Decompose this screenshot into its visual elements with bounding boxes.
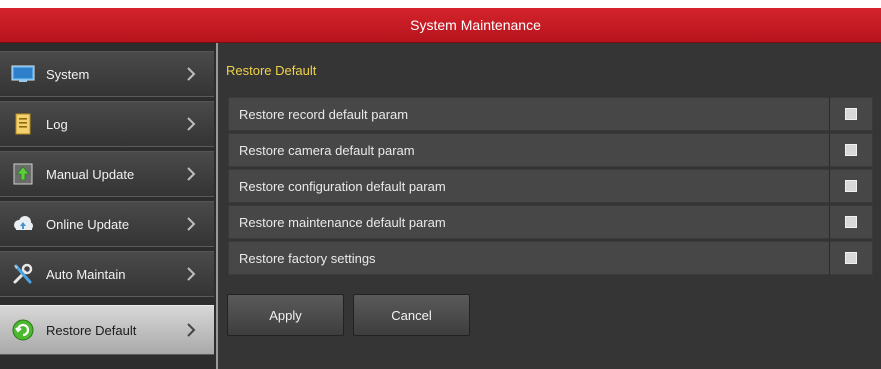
notepad-icon [10, 111, 36, 137]
checkbox-cell [830, 169, 872, 203]
option-row-record: Restore record default param [228, 97, 873, 131]
chevron-right-icon [184, 265, 198, 283]
main-panel: Restore Default Restore record default p… [218, 43, 881, 369]
chevron-right-icon [184, 321, 198, 339]
option-row-configuration: Restore configuration default param [228, 169, 873, 203]
cancel-button[interactable]: Cancel [353, 294, 470, 336]
window-title: System Maintenance [410, 17, 541, 33]
checkbox-restore-record[interactable] [845, 108, 857, 120]
tools-icon [10, 261, 36, 287]
option-row-factory: Restore factory settings [228, 241, 873, 275]
chevron-right-icon [184, 215, 198, 233]
chevron-right-icon [184, 115, 198, 133]
option-label: Restore camera default param [239, 142, 415, 158]
option-label: Restore maintenance default param [239, 214, 446, 230]
option-label: Restore record default param [239, 106, 409, 122]
apply-button[interactable]: Apply [227, 294, 344, 336]
section-title: Restore Default [226, 63, 317, 78]
chevron-right-icon [184, 65, 198, 83]
option-row-maintenance: Restore maintenance default param [228, 205, 873, 239]
checkbox-cell [830, 241, 872, 275]
sidebar-item-label: Restore Default [46, 322, 137, 338]
sidebar: System Log Manual Update Online Update A… [0, 43, 218, 369]
sidebar-item-label: Manual Update [46, 166, 135, 182]
chevron-right-icon [184, 165, 198, 183]
option-row-camera: Restore camera default param [228, 133, 873, 167]
option-label: Restore configuration default param [239, 178, 446, 194]
restore-icon [10, 317, 36, 343]
checkbox-restore-maintenance[interactable] [845, 216, 857, 228]
checkbox-restore-configuration[interactable] [845, 180, 857, 192]
monitor-icon [10, 61, 36, 87]
sidebar-item-label: Online Update [46, 216, 130, 232]
sidebar-item-label: System [46, 66, 90, 82]
checkbox-cell [830, 205, 872, 239]
sidebar-item-restore-default[interactable]: Restore Default [0, 305, 214, 355]
checkbox-restore-factory[interactable] [845, 252, 857, 264]
checkbox-cell [830, 97, 872, 131]
checkbox-restore-camera[interactable] [845, 144, 857, 156]
sidebar-item-manual-update[interactable]: Manual Update [0, 151, 214, 197]
option-label: Restore factory settings [239, 250, 376, 266]
sidebar-item-label: Log [46, 116, 68, 132]
sidebar-item-log[interactable]: Log [0, 101, 214, 147]
sidebar-item-online-update[interactable]: Online Update [0, 201, 214, 247]
sidebar-item-label: Auto Maintain [46, 266, 126, 282]
sidebar-item-system[interactable]: System [0, 51, 214, 97]
top-strip [0, 0, 881, 8]
cloud-icon [10, 211, 36, 237]
manual-update-icon [10, 161, 36, 187]
checkbox-cell [830, 133, 872, 167]
title-bar: System Maintenance [0, 8, 881, 43]
sidebar-item-auto-maintain[interactable]: Auto Maintain [0, 251, 214, 297]
